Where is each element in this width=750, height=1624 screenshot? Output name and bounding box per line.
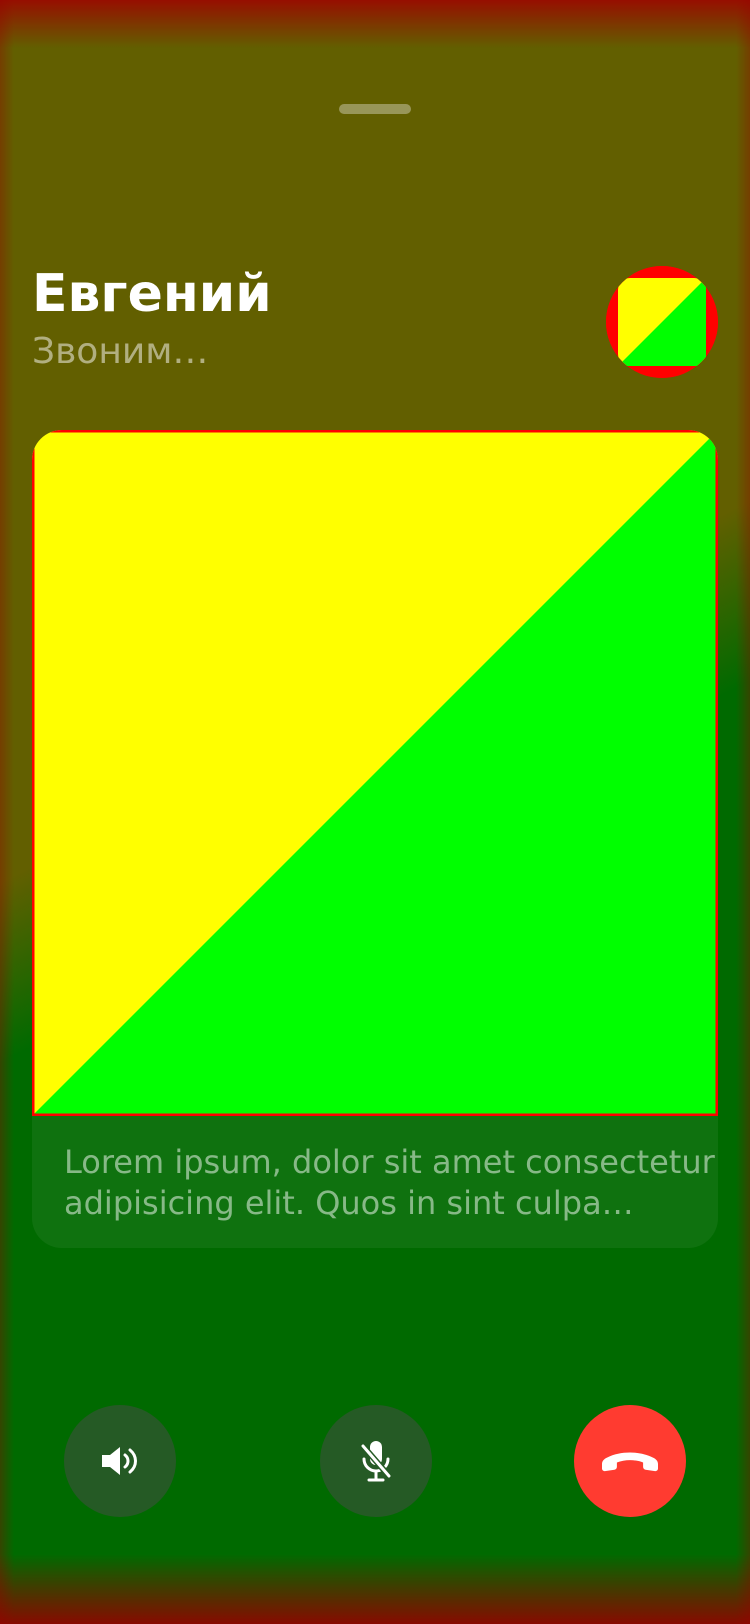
speaker-icon bbox=[102, 1447, 138, 1475]
call-screen: Евгений Звоним… Lorem ipsum, dolor sit a… bbox=[0, 0, 750, 1624]
right-edge-tint bbox=[736, 0, 750, 1624]
message-text: Lorem ipsum, dolor sit amet consectetur … bbox=[64, 1142, 715, 1224]
call-status: Звоним… bbox=[32, 331, 209, 372]
phone-hangup-icon bbox=[602, 1452, 658, 1472]
message-image[interactable] bbox=[32, 430, 718, 1116]
mute-button[interactable] bbox=[320, 1405, 432, 1517]
speaker-button[interactable] bbox=[64, 1405, 176, 1517]
message-text-line: adipisicing elit. Quos in sint culpa… bbox=[64, 1184, 634, 1222]
message-image-graphic bbox=[32, 430, 718, 1116]
bottom-edge-tint bbox=[0, 1554, 750, 1624]
end-call-button[interactable] bbox=[574, 1405, 686, 1517]
avatar bbox=[606, 266, 718, 378]
sheet-grabber-handle[interactable] bbox=[339, 104, 411, 114]
microphone-off-icon bbox=[360, 1441, 392, 1482]
message-text-line: Lorem ipsum, dolor sit amet consectetur bbox=[64, 1143, 715, 1181]
left-edge-tint bbox=[0, 0, 14, 1624]
message-card[interactable]: Lorem ipsum, dolor sit amet consectetur … bbox=[32, 430, 718, 1248]
avatar-image bbox=[606, 266, 718, 378]
top-edge-tint bbox=[0, 0, 750, 48]
caller-name: Евгений bbox=[32, 264, 272, 324]
